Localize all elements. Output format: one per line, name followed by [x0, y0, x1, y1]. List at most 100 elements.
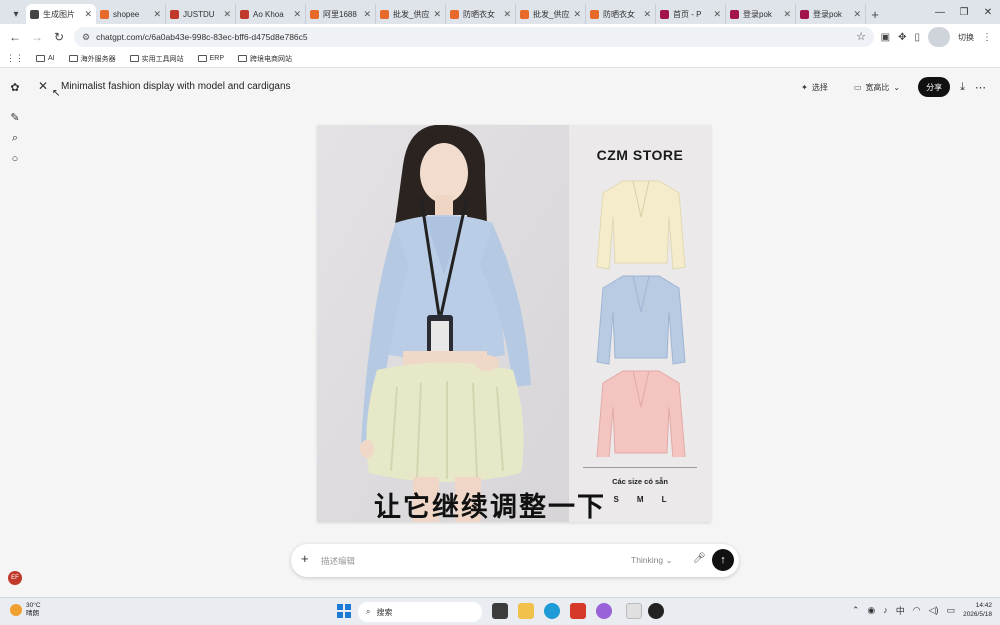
volume-icon[interactable]: ◁) — [929, 605, 939, 616]
bookmark-item[interactable]: AI — [36, 54, 55, 64]
mouse-cursor-icon: ↖ — [52, 88, 61, 99]
microphone-icon[interactable]: 🎤︎ — [693, 553, 706, 564]
tab-close-icon[interactable]: ✕ — [363, 9, 371, 20]
wps-icon[interactable] — [570, 603, 586, 619]
tab-title: 防晒衣女 — [603, 9, 635, 19]
attach-plus-icon[interactable]: + — [301, 551, 309, 566]
tab-title: 登录pok — [743, 9, 772, 19]
close-window-icon[interactable]: ✕ — [976, 0, 1000, 24]
tab-close-icon[interactable]: ✕ — [573, 9, 581, 20]
tray-app-icon[interactable]: ◉ — [867, 605, 875, 616]
bookmark-item[interactable]: 实用工具网站 — [129, 54, 184, 64]
weather-desc: 晴朗 — [26, 610, 39, 617]
tab-close-icon[interactable]: ✕ — [503, 9, 511, 20]
battery-icon[interactable]: ▭ — [947, 605, 956, 616]
tab-title: 首页 - P — [673, 9, 702, 19]
profile-avatar[interactable] — [928, 27, 950, 47]
minimize-icon[interactable]: — — [928, 0, 952, 24]
tab-close-icon[interactable]: ✕ — [783, 9, 791, 20]
select-button[interactable]: ✦ 选择 — [793, 77, 836, 97]
app-window-icon[interactable] — [626, 603, 642, 619]
tab-close-icon[interactable]: ✕ — [223, 9, 231, 20]
apps-icon[interactable]: ⋮⋮ — [6, 53, 24, 64]
tab-close-icon[interactable]: ✕ — [433, 9, 441, 20]
tray-chevron-icon[interactable]: ⌃ — [852, 605, 860, 616]
tab-close-icon[interactable]: ✕ — [293, 9, 301, 20]
edit-prompt-input[interactable]: 描述编辑 — [321, 555, 355, 567]
select-wand-icon: ✦ — [801, 82, 808, 92]
browser-tab[interactable]: JUSTDU ✕ — [166, 4, 236, 24]
wifi-icon[interactable]: ◠ — [913, 605, 921, 616]
browser-tab[interactable]: 生成图片 ✕ — [26, 4, 96, 24]
clock-date: 2026/5/18 — [963, 611, 992, 618]
browser-tab[interactable]: 批发_供应 ✕ — [376, 4, 446, 24]
tab-title: Ao Khoa — [253, 9, 284, 19]
new-tab-button[interactable]: + — [866, 4, 884, 24]
bookmark-star-icon[interactable]: ☆ — [856, 30, 866, 43]
url-text: chatgpt.com/c/6a0ab43e-998c-83ec-bff6-d4… — [96, 32, 308, 42]
tray-mic-icon[interactable]: ♪ — [883, 605, 888, 615]
tab-close-icon[interactable]: ✕ — [153, 9, 161, 20]
bookmark-item[interactable]: 跨境电商网站 — [238, 54, 292, 64]
close-viewer-icon[interactable]: ✕ — [38, 79, 48, 93]
reload-icon[interactable]: ↻ — [48, 26, 70, 48]
browser-tab[interactable]: Ao Khoa ✕ — [236, 4, 306, 24]
browser-tab[interactable]: 登录pok ✕ — [726, 4, 796, 24]
chatgpt-logo-icon[interactable]: ✿ — [6, 78, 24, 96]
edge-icon[interactable] — [544, 603, 560, 619]
menu-dots-icon[interactable]: ⋮ — [982, 32, 992, 43]
download-icon[interactable]: ⤓ — [960, 81, 965, 94]
omnibox[interactable]: ⚙ chatgpt.com/c/6a0ab43e-998c-83ec-bff6-… — [74, 27, 874, 47]
browser-tab[interactable]: 防晒衣女 ✕ — [586, 4, 656, 24]
send-button[interactable]: ↑ — [712, 549, 734, 571]
search-chats-icon[interactable]: ⌕ — [6, 129, 24, 147]
more-options-icon[interactable]: ⋯ — [975, 81, 986, 94]
bookmark-label: AI — [48, 55, 55, 62]
bookmark-item[interactable]: ERP — [197, 54, 224, 64]
window-controls: — ❐ ✕ — [928, 0, 1000, 24]
share-button[interactable]: 分享 — [918, 77, 951, 97]
forward-icon[interactable]: → — [26, 26, 48, 48]
browser-tab[interactable]: 首页 - P ✕ — [656, 4, 726, 24]
user-avatar[interactable]: EF — [8, 571, 22, 585]
tab-close-icon[interactable]: ✕ — [84, 9, 92, 20]
tab-close-icon[interactable]: ✕ — [643, 9, 651, 20]
model-illustration — [317, 125, 569, 522]
browser-tab[interactable]: 批发_供应 ✕ — [516, 4, 586, 24]
site-info-icon[interactable]: ⚙ — [82, 32, 90, 43]
sizes-divider — [583, 467, 697, 468]
aspect-ratio-button[interactable]: ▭ 宽高比 ⌄ — [845, 77, 909, 97]
generated-image: CZM STORE Các size có sẵn SML — [317, 125, 711, 522]
tab-favicon-icon — [520, 9, 529, 19]
maximize-icon[interactable]: ❐ — [952, 0, 976, 24]
extensions-icon[interactable]: ✥ — [898, 32, 906, 43]
search-icon: ⌕ — [366, 607, 371, 616]
tab-close-icon[interactable]: ✕ — [713, 9, 721, 20]
browser-tab[interactable]: 防晒衣女 ✕ — [446, 4, 516, 24]
task-view-icon[interactable] — [492, 603, 508, 619]
tab-favicon-icon — [380, 9, 389, 19]
chrome-icon[interactable] — [648, 603, 664, 619]
browser-tab[interactable]: shopee ✕ — [96, 4, 166, 24]
thinking-mode-selector[interactable]: Thinking ⌄ — [631, 555, 673, 566]
browser-tab[interactable]: 登录pok ✕ — [796, 4, 866, 24]
tab-close-icon[interactable]: ✕ — [853, 9, 861, 20]
chat-bubble-icon[interactable]: ○ — [6, 150, 24, 168]
clock[interactable]: 14:42 2026/5/18 — [963, 601, 992, 619]
ime-label[interactable]: 中 — [896, 604, 905, 617]
new-chat-icon[interactable]: ✎ — [6, 108, 24, 126]
downloads-icon[interactable]: ▣ — [881, 32, 890, 43]
file-explorer-icon[interactable] — [518, 603, 534, 619]
bookmark-item[interactable]: 海外服务器 — [68, 54, 116, 64]
tab-list-button[interactable]: ▾ — [6, 4, 26, 24]
model-photo — [317, 125, 569, 522]
windows-start-icon[interactable] — [337, 604, 351, 618]
profile-label[interactable]: 切换 — [958, 32, 974, 43]
cardigan-swatches — [596, 180, 686, 457]
sidepanel-icon[interactable]: ▯ — [914, 32, 920, 43]
taskbar-search[interactable]: ⌕ 搜索 — [358, 602, 482, 622]
browser-tab[interactable]: 阿里1688 ✕ — [306, 4, 376, 24]
app-purple-icon[interactable] — [596, 603, 612, 619]
back-icon[interactable]: ← — [4, 26, 26, 48]
weather-widget[interactable]: 30°C 晴朗 — [10, 602, 41, 618]
